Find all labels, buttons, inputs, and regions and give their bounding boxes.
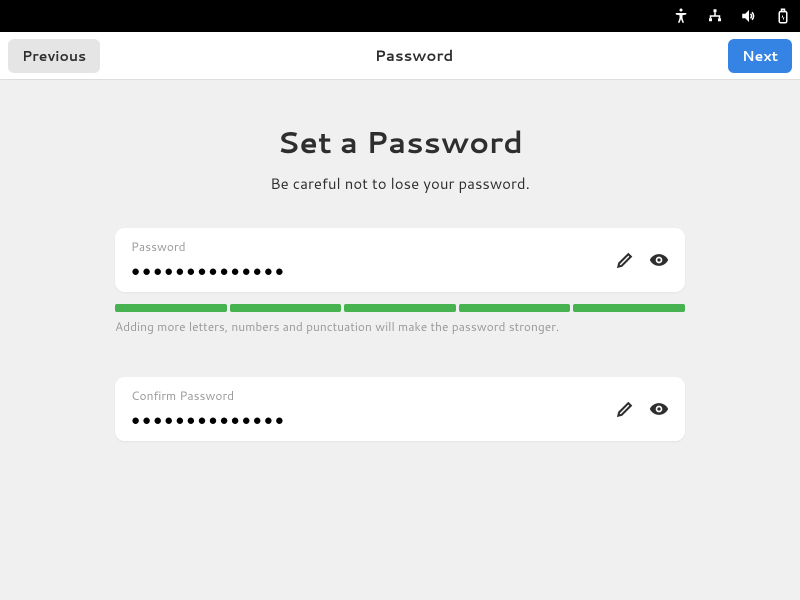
confirm-password-field-container: Confirm Password [115,377,685,441]
edit-icon[interactable] [615,399,635,419]
password-input[interactable] [131,263,601,280]
confirm-password-input[interactable] [131,412,601,429]
confirm-password-label: Confirm Password [131,387,601,404]
accessibility-icon[interactable] [672,7,690,25]
page-subtitle: Be careful not to lose your password. [270,173,530,194]
system-topbar [0,0,800,32]
network-icon[interactable] [706,7,724,25]
strength-hint: Adding more letters, numbers and punctua… [115,318,685,335]
next-button[interactable]: Next [728,39,792,73]
form-group: Password Adding more letters, numbers an… [115,228,685,441]
header-title: Password [375,45,453,66]
password-label: Password [131,238,601,255]
header-bar: Previous Password Next [0,32,800,80]
password-field-container: Password [115,228,685,292]
content-area: Set a Password Be careful not to lose yo… [0,80,800,441]
battery-icon[interactable] [774,7,792,25]
edit-icon[interactable] [615,250,635,270]
volume-icon[interactable] [740,7,758,25]
page-title: Set a Password [277,120,523,163]
strength-segment [573,304,685,312]
eye-icon[interactable] [649,399,669,419]
strength-meter [115,304,685,312]
eye-icon[interactable] [649,250,669,270]
strength-segment [115,304,227,312]
strength-segment [344,304,456,312]
strength-segment [459,304,571,312]
previous-button[interactable]: Previous [8,39,100,73]
strength-segment [230,304,342,312]
